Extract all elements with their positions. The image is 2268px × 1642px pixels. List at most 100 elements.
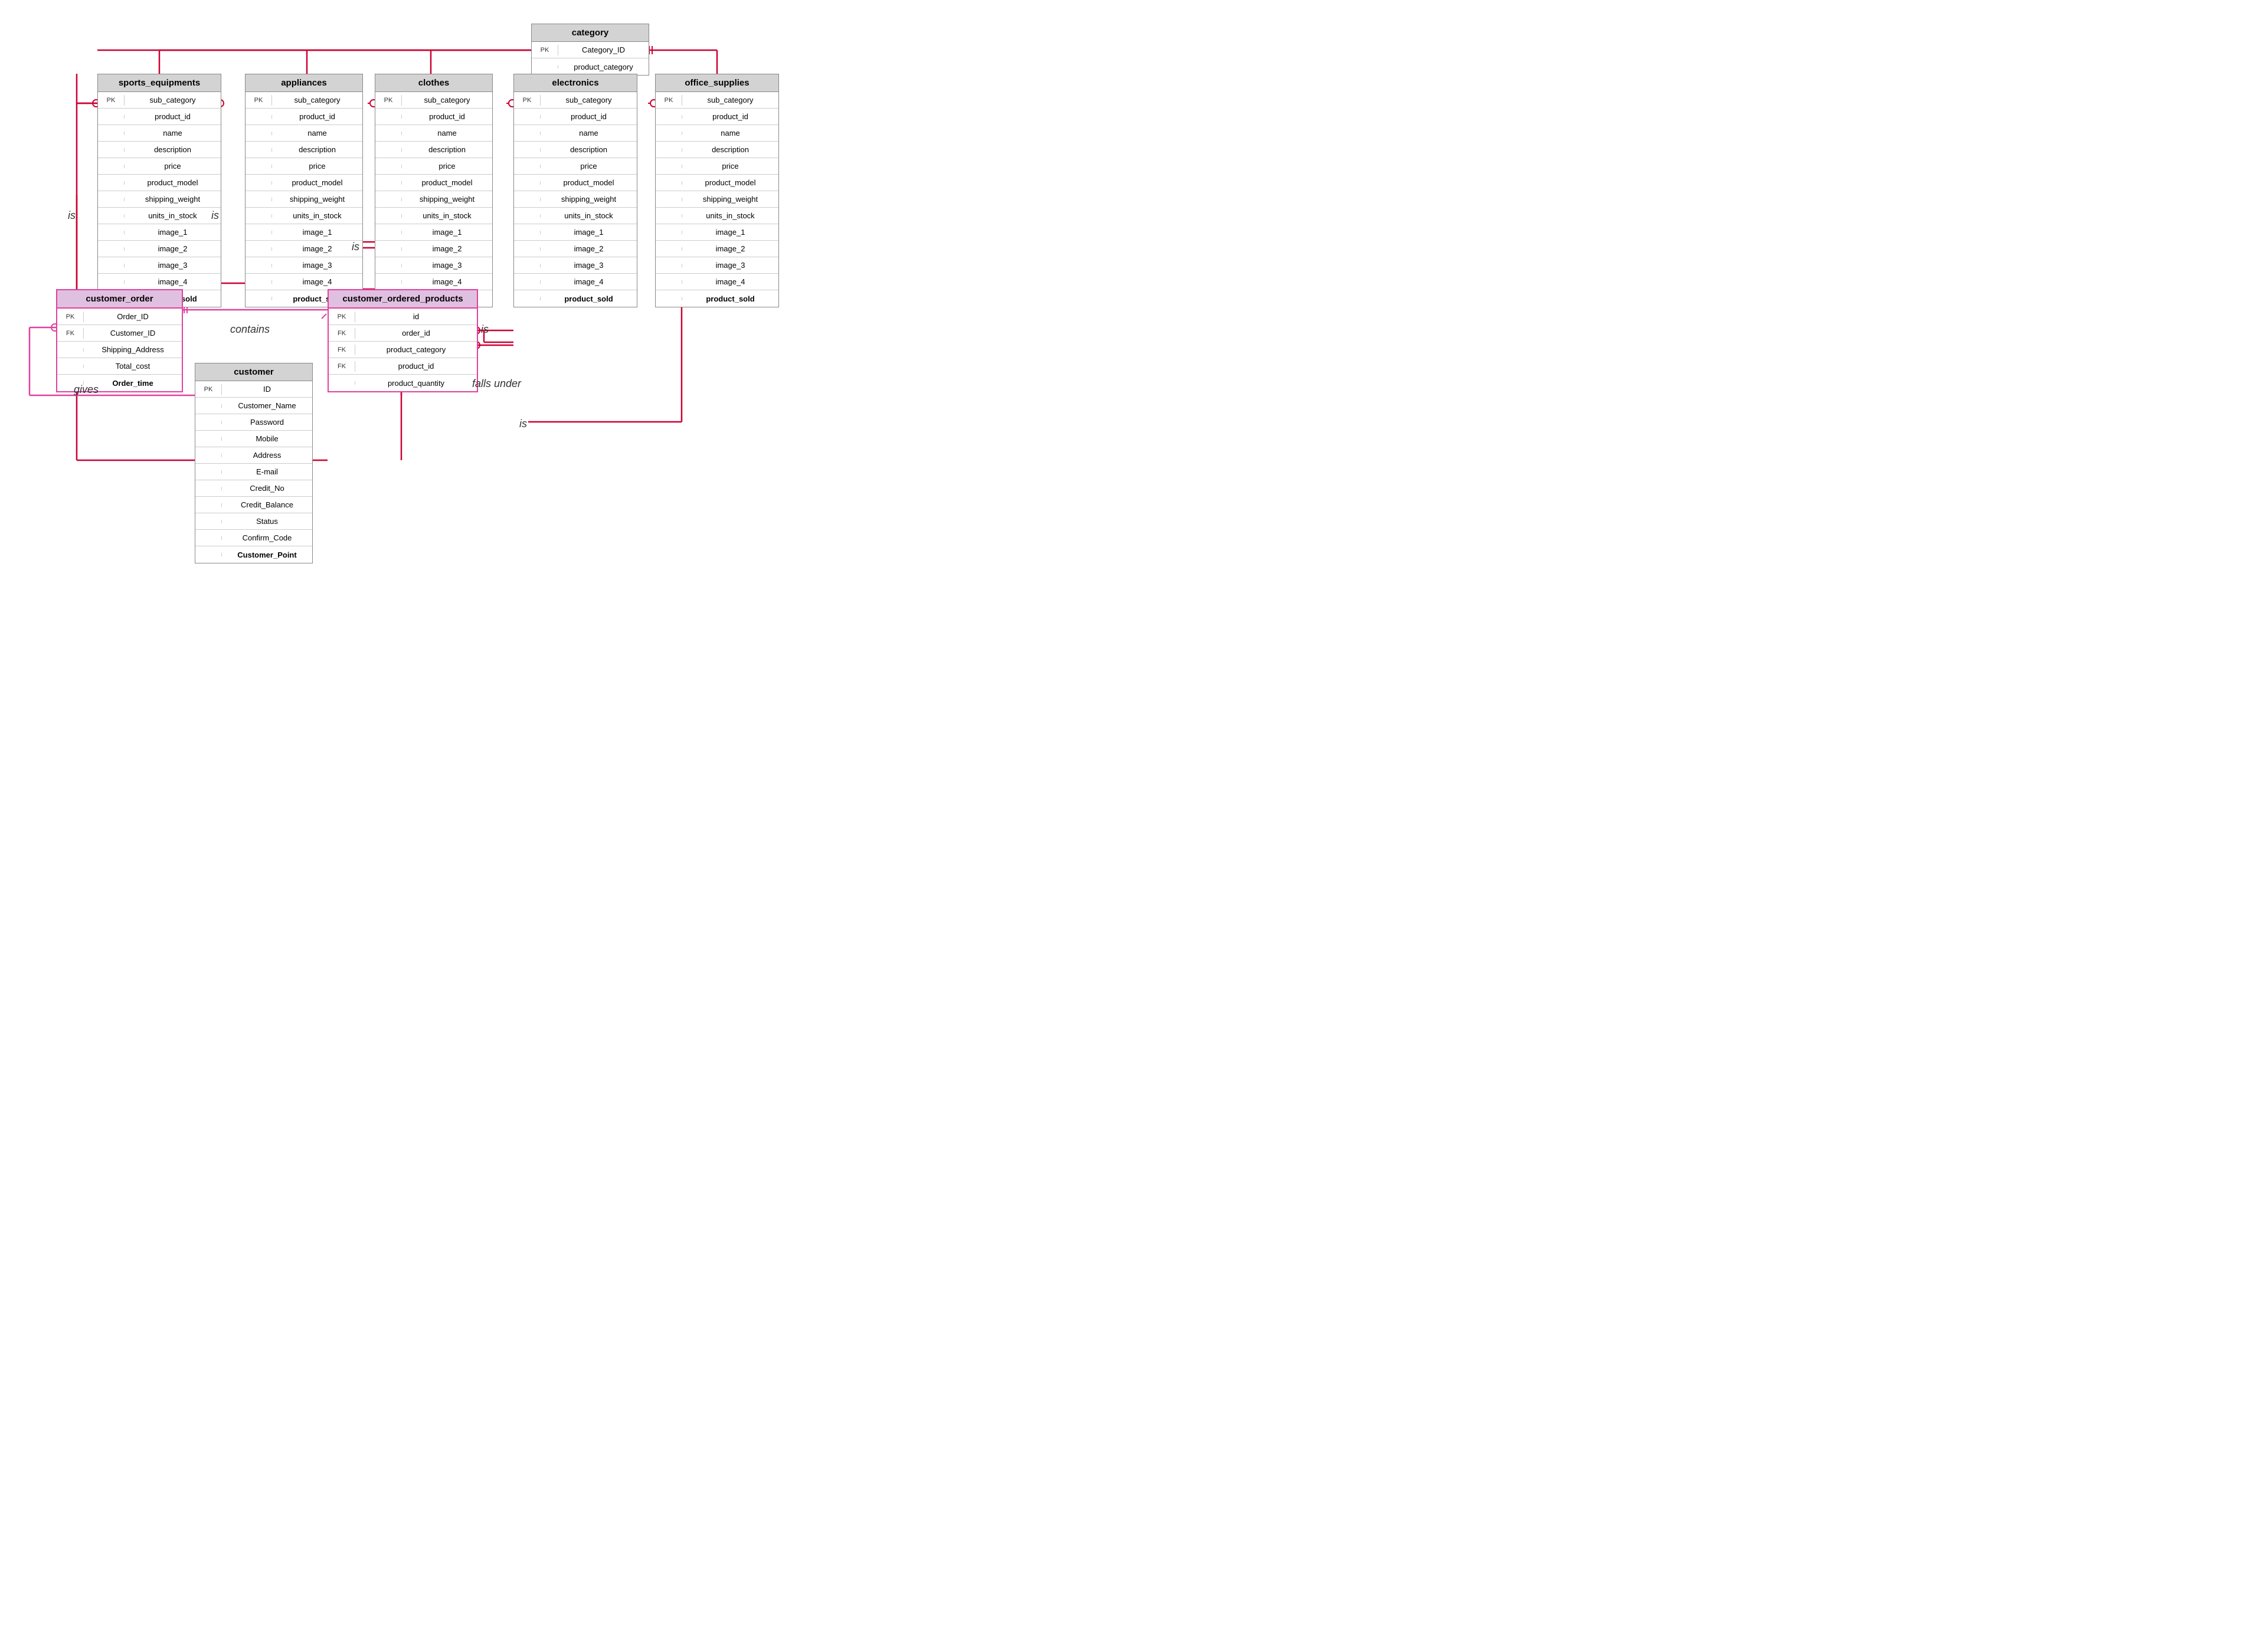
field-name: units_in_stock <box>125 209 221 222</box>
entity-row: name <box>514 125 637 142</box>
field-name: name <box>402 127 492 139</box>
entity-row: Status <box>195 513 312 530</box>
field-name: image_3 <box>541 259 637 271</box>
entity-row: product_model <box>98 175 221 191</box>
entity-customer-ordered-products: customer_ordered_products PK id FK order… <box>328 289 478 392</box>
field-name: sub_category <box>541 94 637 106</box>
entity-row: price <box>514 158 637 175</box>
field-name: Confirm_Code <box>222 532 312 544</box>
entity-office-supplies: office_supplies PK sub_category product_… <box>655 74 779 307</box>
entity-row: image_1 <box>656 224 778 241</box>
entity-row: description <box>246 142 362 158</box>
entity-row: name <box>98 125 221 142</box>
relationship-is-3: is <box>352 241 359 253</box>
pk-label: PK <box>532 45 558 55</box>
entity-row: PK ID <box>195 381 312 398</box>
entity-row: product_model <box>514 175 637 191</box>
field-name: price <box>402 160 492 172</box>
entity-row: product_model <box>246 175 362 191</box>
entity-row: image_1 <box>375 224 492 241</box>
entity-row: PK Category_ID <box>532 42 649 58</box>
entity-row: image_4 <box>246 274 362 290</box>
entity-row: product_id <box>246 109 362 125</box>
field-name: price <box>272 160 362 172</box>
relationship-is-2: is <box>211 209 219 222</box>
entity-row: image_3 <box>246 257 362 274</box>
field-name: image_4 <box>402 276 492 288</box>
field-name: shipping_weight <box>402 193 492 205</box>
field-name: image_3 <box>272 259 362 271</box>
entity-row: units_in_stock <box>375 208 492 224</box>
field-name: product_id <box>541 110 637 123</box>
relationship-is-1: is <box>68 209 76 222</box>
entity-clothes-header: clothes <box>375 74 492 92</box>
entity-row: product_id <box>656 109 778 125</box>
entity-office-supplies-header: office_supplies <box>656 74 778 92</box>
entity-row: product_category <box>532 58 649 75</box>
entity-row: product_id <box>98 109 221 125</box>
field-name: product_sold <box>541 293 637 305</box>
entity-electronics-header: electronics <box>514 74 637 92</box>
relationship-falls-under: falls under <box>472 378 521 390</box>
entity-row: product_model <box>375 175 492 191</box>
field-name: description <box>541 143 637 156</box>
entity-row: PK sub_category <box>514 92 637 109</box>
entity-row: price <box>246 158 362 175</box>
field-name: image_3 <box>402 259 492 271</box>
entity-electronics: electronics PK sub_category product_id n… <box>513 74 637 307</box>
field-name: description <box>125 143 221 156</box>
entity-row: name <box>375 125 492 142</box>
field-name: id <box>355 310 477 323</box>
field-name: product_category <box>355 343 477 356</box>
field-name: Order_ID <box>84 310 182 323</box>
field-name: image_3 <box>125 259 221 271</box>
field-name: image_2 <box>541 242 637 255</box>
entity-category: category PK Category_ID product_category <box>531 24 649 76</box>
field-name: description <box>402 143 492 156</box>
entity-row: price <box>656 158 778 175</box>
entity-row: PK sub_category <box>375 92 492 109</box>
entity-row: image_4 <box>375 274 492 290</box>
entity-row: shipping_weight <box>514 191 637 208</box>
entity-row: description <box>656 142 778 158</box>
entity-row: Total_cost <box>57 358 182 375</box>
field-name: units_in_stock <box>402 209 492 222</box>
entity-row: image_2 <box>514 241 637 257</box>
entity-row: FK product_category <box>329 342 477 358</box>
entity-row: Credit_No <box>195 480 312 497</box>
field-name: Total_cost <box>84 360 182 372</box>
field-name: sub_category <box>682 94 778 106</box>
field-name: name <box>125 127 221 139</box>
entity-customer-header: customer <box>195 363 312 381</box>
field-name: image_1 <box>541 226 637 238</box>
entity-row: Confirm_Code <box>195 530 312 546</box>
entity-row: image_2 <box>375 241 492 257</box>
field-name: name <box>541 127 637 139</box>
entity-row: description <box>514 142 637 158</box>
field-name: product_model <box>682 176 778 189</box>
entity-sports-equipments-header: sports_equipments <box>98 74 221 92</box>
entity-row: image_4 <box>514 274 637 290</box>
field-name: image_4 <box>541 276 637 288</box>
entity-customer-ordered-products-header: customer_ordered_products <box>329 290 477 309</box>
entity-row: image_3 <box>514 257 637 274</box>
field-name: units_in_stock <box>682 209 778 222</box>
field-name: E-mail <box>222 466 312 478</box>
entity-row: Password <box>195 414 312 431</box>
field-name: price <box>125 160 221 172</box>
field-name: name <box>682 127 778 139</box>
field-name: image_1 <box>402 226 492 238</box>
field-name: units_in_stock <box>272 209 362 222</box>
entity-row: Customer_Point <box>195 546 312 563</box>
field-name: Password <box>222 416 312 428</box>
field-name: product_id <box>125 110 221 123</box>
field-name: description <box>272 143 362 156</box>
entity-row: product_model <box>656 175 778 191</box>
field-name: product_model <box>272 176 362 189</box>
entity-row: image_3 <box>375 257 492 274</box>
field-name: image_4 <box>682 276 778 288</box>
entity-clothes: clothes PK sub_category product_id name … <box>375 74 493 307</box>
entity-row: PK id <box>329 309 477 325</box>
pk-label: PK <box>98 95 125 106</box>
field-name: shipping_weight <box>541 193 637 205</box>
